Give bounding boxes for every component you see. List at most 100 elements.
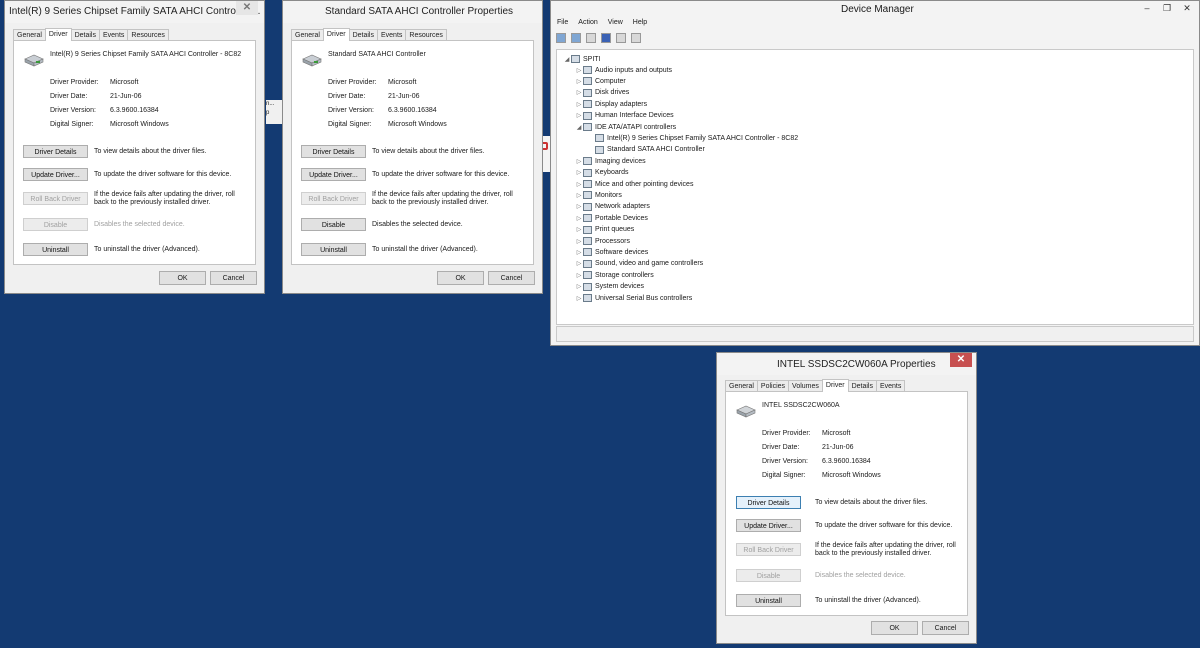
- roll-back-driver-button[interactable]: Roll Back Driver: [301, 192, 366, 205]
- forward-icon[interactable]: [571, 33, 581, 43]
- tree-category[interactable]: ◢ IDE ATA/ATAPI controllers: [575, 122, 676, 132]
- tree-category[interactable]: ▷ Network adapters: [575, 202, 650, 212]
- expand-icon[interactable]: ▷: [575, 260, 583, 267]
- expand-icon[interactable]: ▷: [575, 158, 583, 165]
- tree-root[interactable]: ◢ SPITI: [563, 54, 601, 64]
- scan-hardware-icon[interactable]: [631, 33, 641, 43]
- ok-button[interactable]: OK: [871, 621, 918, 635]
- driver-details-button[interactable]: Driver Details: [736, 496, 801, 509]
- maximize-icon[interactable]: ❐: [1161, 3, 1173, 14]
- roll-back-driver-button[interactable]: Roll Back Driver: [23, 192, 88, 205]
- tree-category[interactable]: ▷ Storage controllers: [575, 270, 654, 280]
- expand-icon[interactable]: ▷: [575, 226, 583, 233]
- tab-driver[interactable]: Driver: [821, 379, 849, 392]
- dm-titlebar[interactable]: Device Manager – ❐ ✕: [551, 1, 1199, 17]
- tree-category[interactable]: ▷ Disk drives: [575, 88, 629, 98]
- dialog-titlebar[interactable]: Standard SATA AHCI Controller Properties: [283, 1, 542, 23]
- minimize-icon[interactable]: –: [1141, 3, 1153, 13]
- expand-icon[interactable]: ▷: [575, 295, 583, 302]
- menu-file[interactable]: File: [557, 19, 568, 26]
- ok-button[interactable]: OK: [159, 271, 206, 285]
- properties-icon[interactable]: [586, 33, 596, 43]
- update-driver-button[interactable]: Update Driver...: [23, 168, 88, 181]
- tree-category-label: Human Interface Devices: [595, 112, 674, 120]
- tree-category[interactable]: ▷ Monitors: [575, 190, 622, 200]
- expand-icon[interactable]: ▷: [575, 272, 583, 279]
- digital-signer-value: Microsoft Windows: [110, 121, 169, 128]
- collapse-icon[interactable]: ◢: [563, 56, 571, 63]
- help-icon[interactable]: [601, 33, 611, 43]
- tab-driver[interactable]: Driver: [322, 28, 350, 41]
- expand-icon[interactable]: ▷: [575, 215, 583, 222]
- dialog-titlebar[interactable]: Intel(R) 9 Series Chipset Family SATA AH…: [5, 1, 264, 23]
- cancel-button[interactable]: Cancel: [922, 621, 969, 635]
- close-icon[interactable]: ✕: [236, 1, 258, 15]
- tree-category[interactable]: ▷ Processors: [575, 236, 630, 246]
- tree-category[interactable]: ▷ Portable Devices: [575, 213, 648, 223]
- driver-details-button[interactable]: Driver Details: [301, 145, 366, 158]
- disable-button[interactable]: Disable: [301, 218, 366, 231]
- drive-icon: [302, 54, 322, 67]
- tree-category[interactable]: ▷ Human Interface Devices: [575, 111, 674, 121]
- tree-category[interactable]: ▷ Audio inputs and outputs: [575, 65, 672, 75]
- expand-icon[interactable]: ▷: [575, 89, 583, 96]
- tree-category[interactable]: ▷ Software devices: [575, 247, 648, 257]
- close-icon[interactable]: ✕: [950, 353, 972, 367]
- menu-action[interactable]: Action: [578, 19, 597, 26]
- ok-button[interactable]: OK: [437, 271, 484, 285]
- expand-icon[interactable]: ▷: [575, 238, 583, 245]
- menu-help[interactable]: Help: [633, 19, 647, 26]
- disable-button[interactable]: Disable: [23, 218, 88, 231]
- disable-desc: Disables the selected device.: [815, 572, 906, 579]
- driver-version-label: Driver Version:: [50, 107, 96, 114]
- tree-device[interactable]: Intel(R) 9 Series Chipset Family SATA AH…: [595, 133, 798, 143]
- tree-category[interactable]: ▷ Sound, video and game controllers: [575, 259, 703, 269]
- cancel-button[interactable]: Cancel: [488, 271, 535, 285]
- expand-icon[interactable]: ▷: [575, 112, 583, 119]
- dialog-titlebar[interactable]: INTEL SSDSC2CW060A Properties ✕: [717, 353, 976, 375]
- expand-icon[interactable]: ▷: [575, 101, 583, 108]
- tree-device[interactable]: Standard SATA AHCI Controller: [595, 145, 705, 155]
- tree-category-label: Display adapters: [595, 100, 648, 108]
- tree-category[interactable]: ▷ Display adapters: [575, 99, 647, 109]
- disable-button[interactable]: Disable: [736, 569, 801, 582]
- digital-signer-value: Microsoft Windows: [822, 472, 881, 479]
- computer-icon: [571, 55, 580, 63]
- driver-version-label: Driver Version:: [762, 458, 808, 465]
- expand-icon[interactable]: ▷: [575, 169, 583, 176]
- uninstall-button[interactable]: Uninstall: [301, 243, 366, 256]
- expand-icon[interactable]: ▷: [575, 181, 583, 188]
- expand-icon[interactable]: ▷: [575, 67, 583, 74]
- driver-details-button[interactable]: Driver Details: [23, 145, 88, 158]
- tree-category[interactable]: ▷ Computer: [575, 76, 626, 86]
- category-icon: [583, 294, 592, 302]
- tree-category[interactable]: ▷ System devices: [575, 282, 644, 292]
- show-hide-icon[interactable]: [616, 33, 626, 43]
- expand-icon[interactable]: ▷: [575, 203, 583, 210]
- expand-icon[interactable]: ▷: [575, 249, 583, 256]
- tab-driver[interactable]: Driver: [44, 28, 72, 41]
- uninstall-button[interactable]: Uninstall: [23, 243, 88, 256]
- close-icon[interactable]: ✕: [1181, 3, 1193, 14]
- expand-icon[interactable]: ▷: [575, 78, 583, 85]
- tree-category[interactable]: ▷ Keyboards: [575, 168, 628, 178]
- update-driver-button[interactable]: Update Driver...: [736, 519, 801, 532]
- uninstall-button[interactable]: Uninstall: [736, 594, 801, 607]
- device-tree: ◢ SPITI ▷ Audio inputs and outputs ▷ Comput…: [556, 49, 1194, 325]
- roll-back-driver-desc: If the device fails after updating the d…: [815, 542, 956, 557]
- controller-icon: [595, 134, 604, 143]
- collapse-icon[interactable]: ◢: [575, 124, 583, 131]
- tree-category[interactable]: ▷ Universal Serial Bus controllers: [575, 293, 692, 303]
- tree-category-label: Keyboards: [595, 169, 629, 177]
- back-icon[interactable]: [556, 33, 566, 43]
- roll-back-driver-button[interactable]: Roll Back Driver: [736, 543, 801, 556]
- tree-category[interactable]: ▷ Mice and other pointing devices: [575, 179, 693, 189]
- expand-icon[interactable]: ▷: [575, 192, 583, 199]
- tree-category[interactable]: ▷ Imaging devices: [575, 156, 646, 166]
- update-driver-button[interactable]: Update Driver...: [301, 168, 366, 181]
- tree-category[interactable]: ▷ Print queues: [575, 225, 634, 235]
- update-driver-desc: To update the driver software for this d…: [372, 171, 510, 178]
- expand-icon[interactable]: ▷: [575, 283, 583, 290]
- cancel-button[interactable]: Cancel: [210, 271, 257, 285]
- menu-view[interactable]: View: [608, 19, 623, 26]
